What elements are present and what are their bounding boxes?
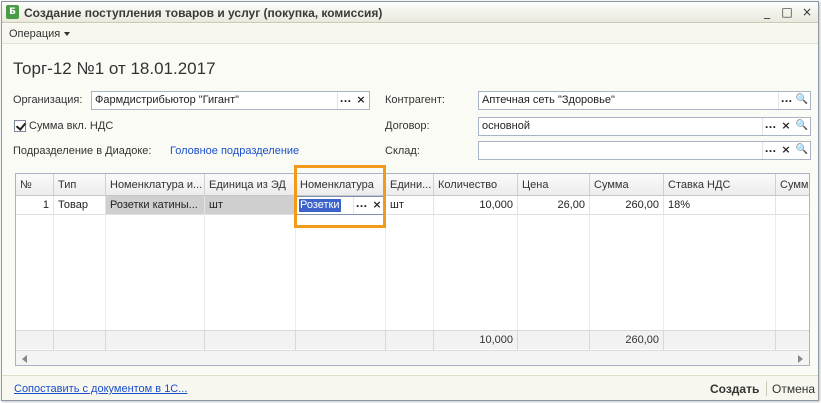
column-price[interactable]: Цена: [518, 174, 590, 195]
counterparty-search-icon[interactable]: 🔍: [794, 92, 810, 109]
goods-table: № Тип Номенклатура и... Единица из ЭД Но…: [15, 173, 810, 366]
scroll-left-icon[interactable]: [22, 355, 27, 363]
cell-sum: 260,00: [590, 196, 664, 214]
column-vat-rate[interactable]: Ставка НДС: [664, 174, 776, 195]
match-document-link[interactable]: Сопоставить с документом в 1С...: [14, 383, 187, 395]
cell-unit: шт: [386, 196, 434, 214]
cell-price: 26,00: [518, 196, 590, 214]
minimize-button[interactable]: _: [760, 5, 774, 19]
footer-cell: [664, 331, 776, 350]
maximize-button[interactable]: □: [780, 5, 794, 19]
footer-cell: [205, 331, 296, 350]
footer-cell: [386, 331, 434, 350]
footer-cell: [106, 331, 205, 350]
column-divider: [385, 215, 386, 330]
chevron-down-icon: [64, 32, 71, 37]
bottom-bar: Сопоставить с документом в 1С... Создать…: [2, 375, 818, 400]
column-quantity[interactable]: Количество: [434, 174, 518, 195]
column-divider: [433, 215, 434, 330]
cell-vat-rate: 18%: [664, 196, 776, 214]
table-footer: 10,000 260,00: [16, 330, 809, 350]
horizontal-scrollbar[interactable]: [16, 350, 809, 365]
column-divider: [589, 215, 590, 330]
counterparty-value: Аптечная сеть "Здоровье": [482, 94, 615, 106]
footer-cell: [518, 331, 590, 350]
column-divider: [775, 215, 776, 330]
counterparty-label: Контрагент:: [385, 94, 445, 106]
dialog-window: Б Создание поступления товаров и услуг (…: [1, 1, 819, 401]
column-number[interactable]: №: [16, 174, 54, 195]
footer-cell: [54, 331, 106, 350]
cell-quantity: 10,000: [434, 196, 518, 214]
column-divider: [663, 215, 664, 330]
cell-number: 1: [16, 196, 54, 214]
warehouse-clear-icon[interactable]: ×: [778, 142, 794, 159]
create-button[interactable]: Создать: [710, 382, 759, 396]
button-divider: [766, 381, 767, 396]
table-header: № Тип Номенклатура и... Единица из ЭД Но…: [16, 174, 809, 196]
window-title: Создание поступления товаров и услуг (по…: [24, 6, 383, 20]
department-label: Подразделение в Диадоке:: [13, 145, 152, 157]
footer-cell: [296, 331, 386, 350]
vat-included-label: Сумма вкл. НДС: [29, 120, 114, 132]
column-sum[interactable]: Сумма: [590, 174, 664, 195]
organization-select-button[interactable]: ...: [337, 92, 353, 109]
vat-included-checkbox[interactable]: [14, 120, 26, 132]
column-vat-sum[interactable]: Сумма: [776, 174, 809, 195]
organization-label: Организация:: [13, 94, 83, 106]
column-nomenclature-ed[interactable]: Номенклатура и...: [106, 174, 205, 195]
warehouse-select-button[interactable]: ...: [762, 142, 778, 159]
column-unit-ed[interactable]: Единица из ЭД: [205, 174, 296, 195]
cell-type: Товар: [54, 196, 106, 214]
column-divider: [53, 215, 54, 330]
organization-field[interactable]: Фармдистрибьютор "Гигант" ... ×: [91, 91, 370, 110]
column-type[interactable]: Тип: [54, 174, 106, 195]
organization-value: Фармдистрибьютор "Гигант": [95, 94, 240, 106]
scroll-right-icon[interactable]: [798, 355, 803, 363]
highlight-frame: [294, 165, 386, 228]
title-bar: Б Создание поступления товаров и услуг (…: [2, 2, 818, 23]
organization-clear-icon[interactable]: ×: [353, 92, 369, 109]
counterparty-select-button[interactable]: ...: [778, 92, 794, 109]
contract-value: основной: [482, 120, 530, 132]
close-button[interactable]: ×: [800, 5, 814, 19]
footer-quantity-total: 10,000: [434, 331, 518, 350]
warehouse-label: Склад:: [385, 145, 420, 157]
footer-sum-total: 260,00: [590, 331, 664, 350]
warehouse-field[interactable]: ... × 🔍: [478, 141, 811, 160]
cell-unit-ed: шт: [205, 196, 296, 214]
column-divider: [105, 215, 106, 330]
column-divider: [517, 215, 518, 330]
contract-field[interactable]: основной ... × 🔍: [478, 117, 811, 136]
cancel-button[interactable]: Отмена: [772, 382, 815, 396]
column-divider: [204, 215, 205, 330]
table-row[interactable]: 1 Товар Розетки катины... шт шт 10,000 2…: [16, 196, 809, 215]
warehouse-search-icon[interactable]: 🔍: [794, 142, 810, 159]
menu-bar: Операция: [2, 24, 818, 44]
contract-search-icon[interactable]: 🔍: [794, 118, 810, 135]
page-title: Торг-12 №1 от 18.01.2017: [13, 59, 216, 78]
column-divider: [295, 215, 296, 330]
app-icon: Б: [6, 5, 19, 19]
contract-clear-icon[interactable]: ×: [778, 118, 794, 135]
column-unit[interactable]: Едини...: [386, 174, 434, 195]
operation-menu[interactable]: Операция: [9, 28, 71, 40]
footer-cell: [16, 331, 54, 350]
cell-nomenclature-ed: Розетки катины...: [106, 196, 205, 214]
operation-menu-label: Операция: [9, 28, 61, 40]
department-link[interactable]: Головное подразделение: [170, 145, 299, 157]
contract-label: Договор:: [385, 120, 430, 132]
counterparty-field[interactable]: Аптечная сеть "Здоровье" ... 🔍: [478, 91, 811, 110]
contract-select-button[interactable]: ...: [762, 118, 778, 135]
